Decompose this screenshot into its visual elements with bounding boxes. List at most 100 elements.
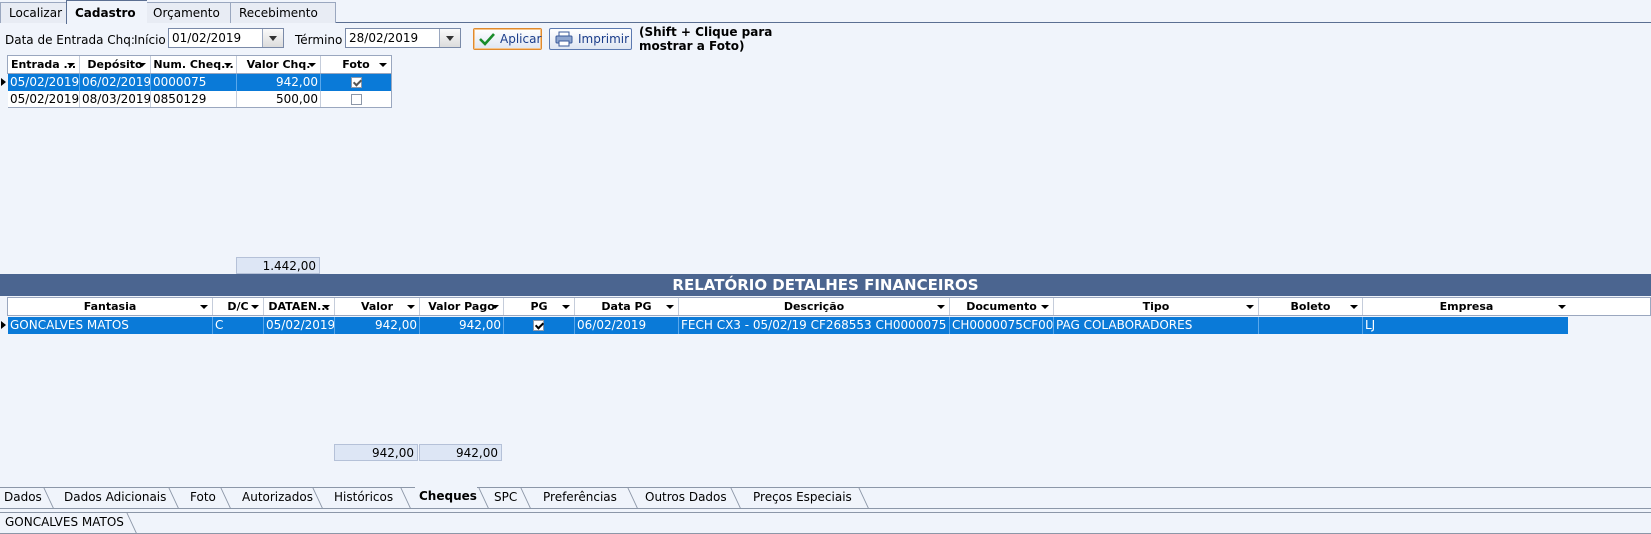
col-label: PG: [530, 300, 548, 313]
apply-button[interactable]: Aplicar: [473, 28, 542, 50]
tab-label: Recebimento: [239, 6, 318, 20]
checkmark-icon: [479, 33, 495, 46]
tab-separator: [400, 487, 411, 508]
tab-separator: [520, 487, 531, 508]
col-empresa[interactable]: Empresa: [1363, 298, 1570, 315]
end-date-label: Término: [295, 33, 343, 47]
pg-checkbox[interactable]: [533, 320, 544, 331]
col-documento[interactable]: Documento: [950, 298, 1054, 315]
apply-label: Aplicar: [500, 32, 542, 46]
end-date-picker[interactable]: 28/02/2019: [345, 28, 461, 48]
table-row[interactable]: 05/02/2019 08/03/2019 0850129 500,00: [8, 91, 392, 108]
bottom-tab-bar: Dados Dados Adicionais Foto Autorizados …: [0, 486, 1651, 509]
cell-foto: [321, 91, 392, 108]
sort-arrow-icon: [1041, 305, 1049, 309]
col-dataen[interactable]: DATAEN...: [264, 298, 335, 315]
tab-precos-especiais[interactable]: Preços Especiais: [749, 487, 852, 508]
sort-arrow-icon: [379, 63, 387, 67]
grid-border: [391, 55, 392, 108]
cell-foto: [321, 74, 392, 91]
col-label: Num. Cheq...: [153, 58, 234, 71]
tab-spc[interactable]: SPC: [490, 487, 517, 508]
col-valor-chq[interactable]: Valor Chq.: [237, 56, 321, 73]
tab-separator: [220, 487, 231, 508]
sort-arrow-icon: [322, 305, 330, 309]
cell-data-pg: 06/02/2019: [575, 317, 679, 334]
col-tipo[interactable]: Tipo: [1054, 298, 1259, 315]
tab-foto[interactable]: Foto: [186, 487, 216, 508]
tab-dados[interactable]: Dados: [0, 487, 42, 508]
tab-dados-adicionais[interactable]: Dados Adicionais: [60, 487, 166, 508]
start-date-picker[interactable]: 01/02/2019: [168, 28, 284, 48]
cell-dataen: 05/02/2019: [266, 317, 335, 334]
end-date-dropdown-button[interactable]: [439, 29, 460, 47]
col-valor[interactable]: Valor: [335, 298, 420, 315]
top-tab-bar: Localizar Cadastro Orçamento Recebimento: [0, 0, 1651, 24]
col-deposito[interactable]: Depósito: [80, 56, 151, 73]
table-row[interactable]: GONCALVES MATOS C 05/02/2019 942,00 942,…: [8, 317, 1568, 334]
tab-cadastro[interactable]: Cadastro: [66, 0, 147, 24]
cell-boleto: [1259, 317, 1363, 334]
photo-hint: (Shift + Clique para mostrar a Foto): [639, 25, 772, 53]
photo-hint-line-1: (Shift + Clique para: [639, 25, 773, 39]
tab-orcamento[interactable]: Orçamento: [144, 2, 235, 23]
sort-arrow-icon: [200, 305, 208, 309]
current-row-indicator-icon: [1, 321, 6, 329]
print-button[interactable]: Imprimir: [549, 28, 632, 50]
print-label: Imprimir: [578, 32, 630, 46]
col-label: D/C: [227, 300, 249, 313]
tab-outros-dados[interactable]: Outros Dados: [641, 487, 727, 508]
cheques-total: 1.442,00: [236, 257, 320, 274]
col-num-cheque[interactable]: Num. Cheq...: [151, 56, 237, 73]
foto-checkbox[interactable]: [351, 77, 362, 88]
tab-label: Autorizados: [242, 490, 313, 504]
photo-hint-line-2: mostrar a Foto): [639, 39, 745, 53]
foto-checkbox[interactable]: [351, 94, 362, 105]
sort-arrow-icon: [666, 305, 674, 309]
cell-valor: 500,00: [237, 91, 321, 108]
tab-historicos[interactable]: Históricos: [330, 487, 393, 508]
col-valor-pago[interactable]: Valor Pago: [420, 298, 504, 315]
tab-localizar[interactable]: Localizar: [0, 2, 71, 23]
col-entrada[interactable]: Entrada ...: [8, 56, 80, 73]
cell-empresa: LJ: [1365, 318, 1376, 332]
printer-icon: [555, 31, 573, 47]
col-label: Empresa: [1439, 300, 1494, 313]
col-label: Tipo: [1142, 300, 1170, 313]
col-descricao[interactable]: Descrição: [679, 298, 950, 315]
sort-arrow-icon: [67, 63, 75, 67]
cell-valor: 942,00: [335, 317, 420, 334]
tab-label: Históricos: [334, 490, 394, 504]
col-pg[interactable]: PG: [504, 298, 575, 315]
col-fantasia[interactable]: Fantasia: [8, 298, 213, 315]
col-data-pg[interactable]: Data PG: [575, 298, 679, 315]
start-date-dropdown-button[interactable]: [262, 29, 283, 47]
col-dc[interactable]: D/C: [213, 298, 264, 315]
tab-label: Cadastro: [75, 6, 136, 20]
sort-arrow-icon: [308, 63, 316, 67]
tab-recebimento[interactable]: Recebimento: [230, 2, 336, 23]
col-boleto[interactable]: Boleto: [1259, 298, 1363, 315]
col-foto[interactable]: Foto: [321, 56, 391, 73]
tab-autorizados[interactable]: Autorizados: [238, 487, 313, 508]
tab-cheques[interactable]: Cheques: [415, 486, 477, 508]
sort-arrow-icon: [1246, 305, 1254, 309]
cell-entrada: 05/02/2019: [8, 91, 80, 108]
cell-pg: [504, 317, 575, 334]
col-label: Foto: [342, 58, 370, 71]
tab-preferencias[interactable]: Preferências: [539, 487, 617, 508]
cell-valor: 942,00: [237, 74, 321, 91]
cell-documento: CH0000075CF00326: [952, 317, 1054, 334]
tab-label: Foto: [190, 490, 216, 504]
tab-label: Preços Especiais: [753, 490, 852, 504]
cell-deposito: 08/03/2019: [80, 91, 151, 108]
table-row[interactable]: 05/02/2019 06/02/2019 0000075 942,00: [8, 74, 392, 91]
start-date-value: 01/02/2019: [172, 31, 242, 45]
tab-label: Orçamento: [153, 6, 220, 20]
report-total-valor: 942,00: [334, 444, 418, 461]
sort-arrow-icon: [937, 305, 945, 309]
tab-label: Outros Dados: [645, 490, 727, 504]
tab-separator: [478, 487, 489, 508]
cell-tipo: PAG COLABORADORES: [1054, 317, 1259, 334]
sort-arrow-icon: [491, 305, 499, 309]
